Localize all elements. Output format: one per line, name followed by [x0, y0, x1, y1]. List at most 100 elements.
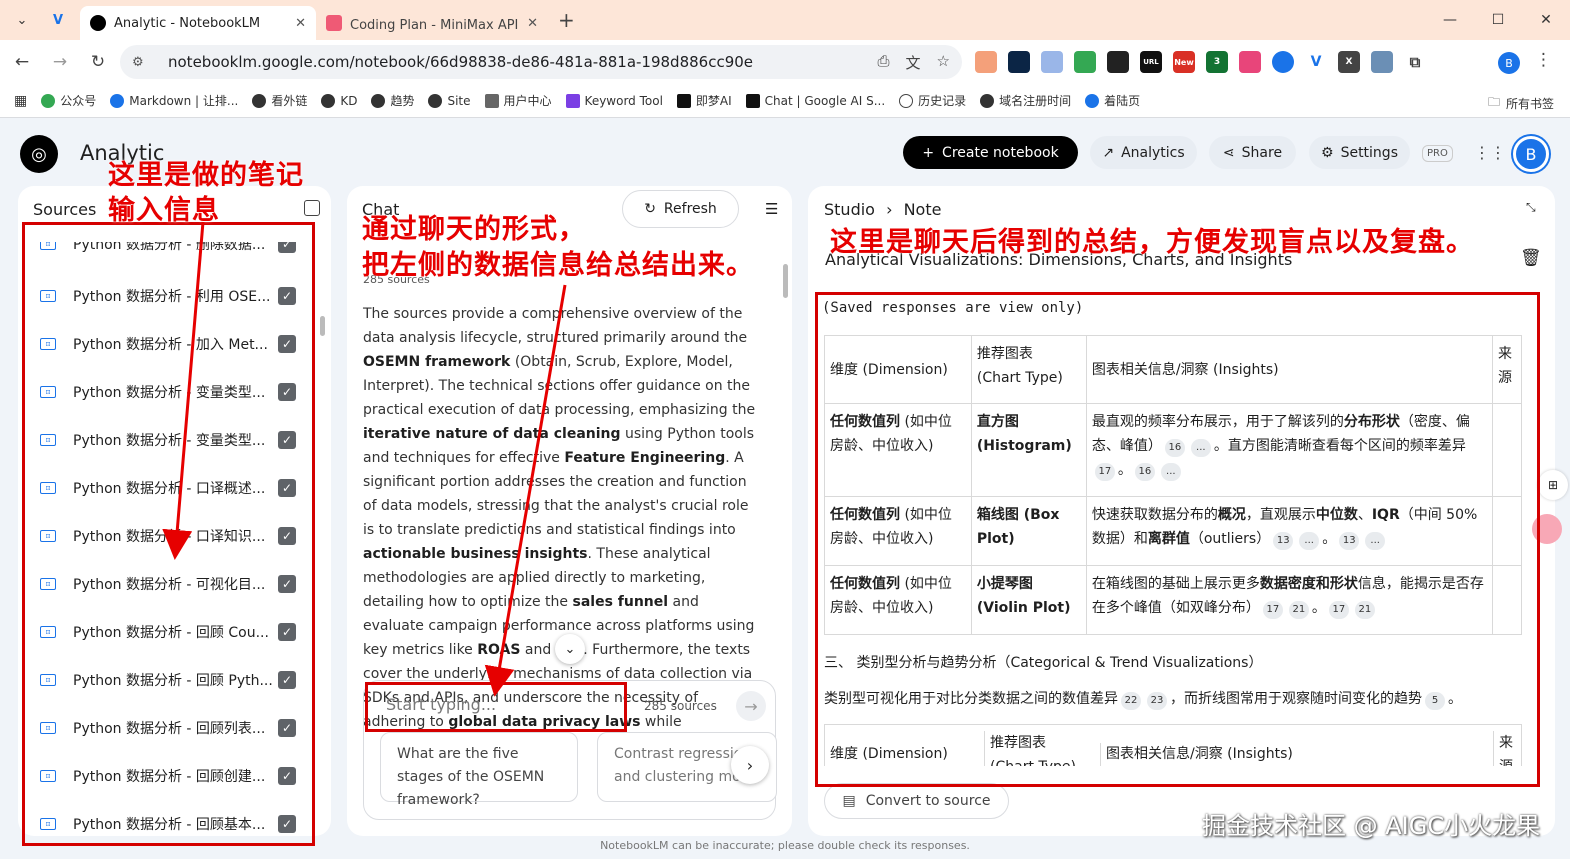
chat-scrollbar[interactable]: [783, 264, 788, 298]
share-button[interactable]: ⋖ Share: [1209, 136, 1296, 169]
maximize-icon[interactable]: ☐: [1474, 0, 1522, 40]
window-controls: — ☐ ✕: [1426, 0, 1570, 40]
chat-options-icon[interactable]: ☰: [765, 200, 778, 218]
gear-icon: ⚙: [1321, 144, 1334, 161]
extension-icon[interactable]: [1272, 51, 1294, 73]
watermark: 掘金技术社区 @ AIGC小火龙果: [1202, 812, 1541, 840]
tab-minimax[interactable]: Coding Plan - MiniMax API开 ✕: [316, 6, 548, 40]
extension-icon[interactable]: V: [1305, 51, 1327, 73]
breadcrumb-studio[interactable]: Studio: [824, 200, 875, 219]
minimize-icon[interactable]: —: [1426, 0, 1474, 40]
browser-toolbar: ← → ↻ ⚙ notebooklm.google.com/notebook/6…: [0, 40, 1570, 84]
convert-to-source-button[interactable]: ▤ Convert to source: [824, 783, 1009, 819]
url-text: notebooklm.google.com/notebook/66d98838-…: [168, 53, 754, 71]
globe-icon: [428, 93, 443, 108]
bookmark-star-icon[interactable]: ☆: [937, 52, 950, 73]
delete-icon[interactable]: 🗑: [1520, 248, 1542, 268]
bookmark-item[interactable]: 看外链: [252, 92, 307, 109]
sources-title: Sources: [33, 200, 97, 219]
back-icon[interactable]: ←: [6, 46, 38, 78]
collapse-panel-icon[interactable]: [304, 200, 320, 216]
extension-icon[interactable]: [1239, 51, 1261, 73]
extension-count-icon[interactable]: 3: [1206, 51, 1228, 73]
bookmark-item[interactable]: KD: [321, 93, 357, 108]
install-app-icon[interactable]: ⎙: [878, 52, 890, 73]
bookmark-favicon-icon: [1085, 93, 1100, 108]
suggestion-chip[interactable]: What are the five stages of the OSEMN fr…: [380, 732, 578, 808]
close-tab-icon[interactable]: ✕: [295, 16, 306, 31]
extension-icon[interactable]: [1107, 51, 1129, 73]
bookmark-item[interactable]: Site: [428, 93, 471, 108]
browser-menu-icon[interactable]: ⋮: [1535, 50, 1552, 70]
bookmark-item[interactable]: 公众号: [41, 92, 96, 109]
folder-icon: 🗀: [1487, 95, 1500, 109]
site-info-icon[interactable]: ⚙: [132, 55, 154, 70]
bookmark-item[interactable]: 历史记录: [899, 92, 966, 109]
extension-icon[interactable]: [1371, 51, 1393, 73]
scroll-down-button[interactable]: ⌄: [555, 634, 585, 664]
collapse-icon[interactable]: ⤡: [1526, 200, 1536, 215]
close-tab-icon[interactable]: ✕: [527, 16, 538, 31]
extension-icon[interactable]: [975, 51, 997, 73]
apps-grid-icon[interactable]: ▦: [14, 93, 27, 109]
extensions-puzzle-icon[interactable]: ⧉: [1404, 51, 1426, 73]
breadcrumb-note: Note: [903, 200, 942, 219]
bookmark-item[interactable]: Chat | Google AI S...: [745, 93, 885, 108]
all-bookmarks[interactable]: 🗀 所有书签: [1488, 93, 1554, 114]
bookmark-favicon-icon: [676, 93, 691, 108]
disclaimer: NotebookLM can be inaccurate; please dou…: [600, 839, 970, 852]
cube-icon: [484, 93, 499, 108]
bookmark-item[interactable]: 着陆页: [1085, 92, 1140, 109]
forward-icon[interactable]: →: [44, 46, 76, 78]
avatar[interactable]: B: [1513, 136, 1549, 172]
annotation-box-studio: [815, 292, 1540, 787]
extension-icon[interactable]: [1041, 51, 1063, 73]
translate-icon[interactable]: 文: [906, 52, 921, 73]
bookmarks-bar: ▦ 公众号 Markdown | 让排... 看外链 KD 趋势 Site 用户…: [0, 84, 1570, 118]
share-icon: ⋖: [1222, 144, 1235, 161]
extension-icon[interactable]: URL: [1140, 51, 1162, 73]
notebooklm-logo-icon[interactable]: ◎: [20, 135, 58, 173]
bookmark-item[interactable]: 即梦AI: [676, 92, 732, 109]
address-bar[interactable]: ⚙ notebooklm.google.com/notebook/66d9883…: [120, 45, 962, 79]
send-button[interactable]: →: [736, 691, 766, 721]
new-tab-icon[interactable]: +: [558, 8, 575, 32]
extension-icon[interactable]: [1074, 51, 1096, 73]
bookmark-item[interactable]: Markdown | 让排...: [110, 92, 238, 109]
extension-new-icon[interactable]: New: [1173, 51, 1195, 73]
analytics-button[interactable]: ↗ Analytics: [1090, 136, 1197, 169]
suggestions-next-button[interactable]: ›: [731, 746, 769, 784]
reload-icon[interactable]: ↻: [82, 46, 114, 78]
bookmark-item[interactable]: 趋势: [371, 92, 414, 109]
bookmark-favicon-icon: [110, 93, 125, 108]
side-floating-icon[interactable]: ⊞: [1538, 470, 1568, 500]
settings-button[interactable]: ⚙ Settings: [1309, 136, 1410, 169]
minimax-favicon-icon: [326, 15, 342, 31]
notebooklm-favicon-icon: [90, 15, 106, 31]
tab-notebooklm[interactable]: Analytic - NotebookLM ✕: [80, 6, 316, 40]
history-icon: [899, 93, 914, 108]
note-icon: ▤: [842, 793, 856, 809]
pinned-tab-icon[interactable]: V: [44, 6, 72, 34]
bookmark-item[interactable]: Keyword Tool: [565, 93, 663, 108]
globe-icon: [980, 93, 995, 108]
tab-title: Coding Plan - MiniMax API开: [350, 17, 520, 33]
globe-icon: [371, 93, 386, 108]
globe-icon: [252, 93, 267, 108]
extension-icon[interactable]: X: [1338, 51, 1360, 73]
create-notebook-button[interactable]: + Create notebook: [903, 136, 1078, 169]
bookmark-item[interactable]: 域名注册时间: [980, 92, 1071, 109]
profile-icon[interactable]: B: [1498, 52, 1520, 74]
tab-search-chevron-icon[interactable]: ⌄: [8, 6, 36, 34]
chat-response: The sources provide a comprehensive over…: [363, 306, 756, 730]
extension-icon[interactable]: [1008, 51, 1030, 73]
annotation-box-sources: [22, 222, 315, 846]
scrollbar[interactable]: [320, 316, 325, 336]
input-source-count: 285 sources: [644, 699, 717, 713]
pro-badge: PRO: [1422, 145, 1453, 162]
close-window-icon[interactable]: ✕: [1522, 0, 1570, 40]
bookmark-favicon-icon: [565, 93, 580, 108]
extensions-row: URL New 3 V X ⧉: [975, 51, 1426, 73]
trending-icon: ↗: [1102, 144, 1115, 161]
bookmark-item[interactable]: 用户中心: [484, 92, 552, 109]
